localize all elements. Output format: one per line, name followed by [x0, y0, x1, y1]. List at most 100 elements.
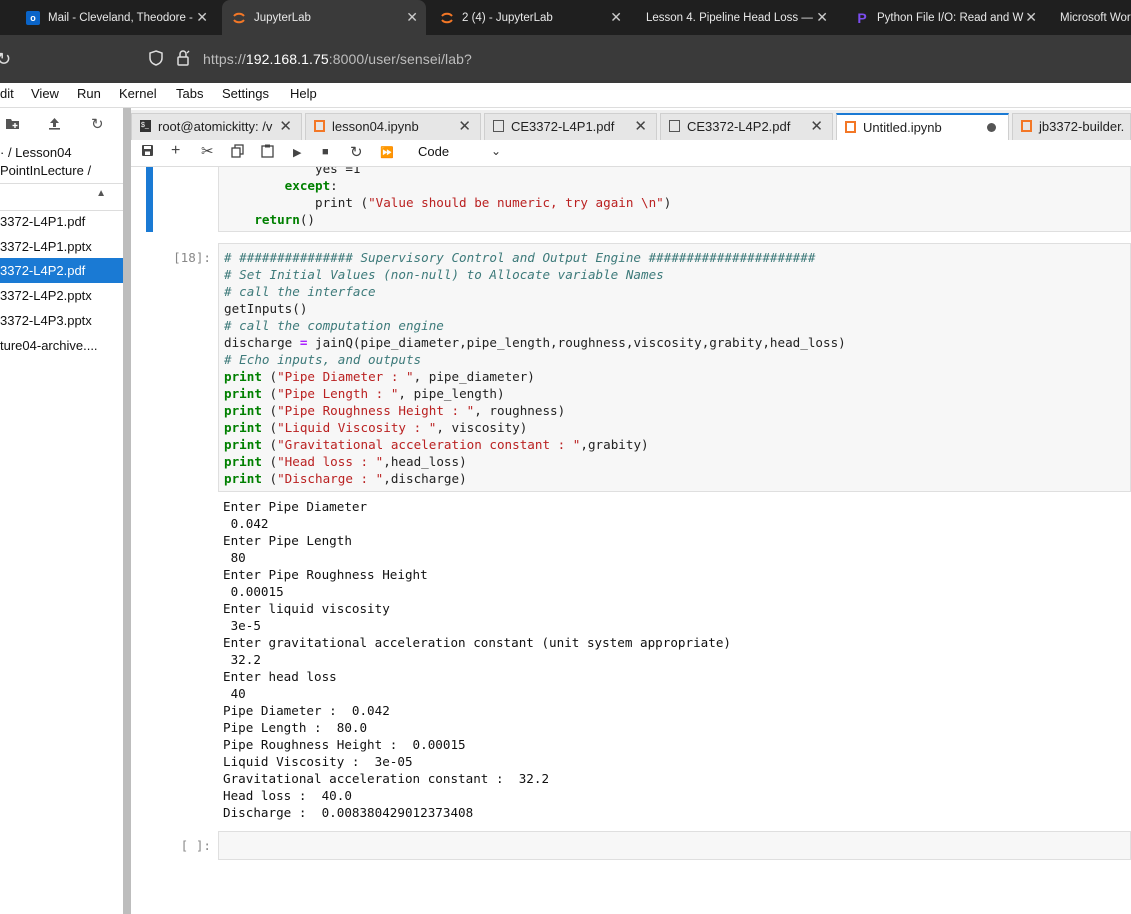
output-line: 0.00015 — [223, 584, 284, 599]
output-line: 80 — [223, 550, 246, 565]
sort-up-icon[interactable]: ▲ — [96, 188, 106, 199]
code-line: # call the computation engine — [224, 318, 444, 333]
file-item[interactable]: ture04-archive.... — [0, 333, 123, 358]
restart-icon[interactable]: ↻ — [350, 143, 363, 161]
code-line: print ("Liquid Viscosity : ", viscosity) — [224, 420, 528, 435]
code-cell-previous[interactable]: yes =1 except: print ("Value should be n… — [218, 167, 1131, 232]
file-item-selected[interactable]: 3372-L4P2.pdf — [0, 258, 123, 283]
browser-tab-title: Microsoft Wor — [1060, 11, 1131, 24]
output-line: Enter head loss — [223, 669, 337, 684]
browser-tab-mail[interactable]: o Mail - Cleveland, Theodore - ✕ — [26, 0, 216, 35]
unsaved-indicator[interactable] — [987, 123, 996, 132]
menu-kernel[interactable]: Kernel — [119, 86, 157, 101]
close-icon[interactable]: ✕ — [610, 9, 622, 26]
output-line: 0.042 — [223, 516, 269, 531]
doc-tab-l4p1-pdf[interactable]: CE3372-L4P1.pdf ✕ — [484, 113, 657, 140]
address-bar: ↻ https://192.168.1.75:8000/user/sensei/… — [0, 35, 1131, 83]
browser-tab-title: Python File I/O: Read and W — [877, 11, 1024, 24]
breadcrumb[interactable]: · / Lesson04 — [0, 145, 72, 160]
output-line: Liquid Viscosity : 3e-05 — [223, 754, 413, 769]
code-line: print ("Head loss : ",head_loss) — [224, 454, 467, 469]
name-column-header[interactable]: ▲ — [0, 183, 123, 211]
doc-tab-jb3372-builder[interactable]: jb3372-builder. — [1012, 113, 1131, 140]
active-cell-indicator — [146, 167, 153, 232]
notebook-icon — [314, 120, 325, 132]
close-icon[interactable]: ✕ — [1025, 9, 1037, 26]
browser-tab-lesson4[interactable]: Lesson 4. Pipeline Head Loss — ✕ — [646, 0, 836, 35]
close-icon[interactable]: ✕ — [458, 117, 471, 135]
menu-help[interactable]: Help — [290, 86, 317, 101]
menu-edit[interactable]: dit — [0, 86, 14, 101]
output-line: Enter gravitational acceleration constan… — [223, 635, 731, 650]
reload-icon[interactable]: ↻ — [0, 49, 11, 70]
close-icon[interactable]: ✕ — [810, 117, 823, 135]
output-line: Pipe Diameter : 0.042 — [223, 703, 390, 718]
copy-icon[interactable] — [231, 144, 244, 161]
doc-tab-untitled[interactable]: Untitled.ipynb — [836, 113, 1009, 141]
notebook-toolbar: + ✂ ▶ ■ ↻ ⏩ Code ⌄ — [131, 140, 1131, 167]
browser-tab-bar: o Mail - Cleveland, Theodore - ✕ Jupyter… — [0, 0, 1131, 35]
code-cell-empty[interactable] — [218, 831, 1131, 860]
output-line: Gravitational acceleration constant : 32… — [223, 771, 550, 786]
code-line: print ("Discharge : ",discharge) — [224, 471, 467, 486]
add-icon[interactable]: + — [171, 142, 180, 160]
url-field[interactable]: https://192.168.1.75:8000/user/sensei/la… — [203, 51, 472, 67]
file-item[interactable]: 3372-L4P1.pptx — [0, 234, 123, 259]
close-icon[interactable]: ✕ — [279, 117, 292, 135]
browser-tab-jupyterlab[interactable]: JupyterLab ✕ — [222, 0, 426, 35]
close-icon[interactable]: ✕ — [816, 9, 828, 26]
shield-icon[interactable] — [149, 50, 163, 71]
file-item[interactable]: 3372-L4P2.pptx — [0, 283, 123, 308]
menu-run[interactable]: Run — [77, 86, 101, 101]
new-folder-icon[interactable] — [5, 117, 20, 133]
upload-icon[interactable] — [48, 117, 61, 133]
menu-view[interactable]: View — [31, 86, 59, 101]
cell-type-select[interactable]: Code — [418, 144, 449, 159]
document-tab-bar: $_ root@atomickitty: /v ✕ lesson04.ipynb… — [131, 110, 1131, 141]
file-item[interactable]: 3372-L4P3.pptx — [0, 308, 123, 333]
close-icon[interactable]: ✕ — [634, 117, 647, 135]
notebook-icon — [845, 121, 856, 133]
run-icon[interactable]: ▶ — [293, 146, 301, 159]
execution-count: [ ]: — [180, 838, 211, 853]
menu-tabs[interactable]: Tabs — [176, 86, 203, 101]
browser-tab-title: 2 (4) - JupyterLab — [462, 11, 553, 24]
browser-tab-python-file-io[interactable]: P Python File I/O: Read and W ✕ — [855, 0, 1045, 35]
browser-tab-title: Mail - Cleveland, Theodore - — [48, 11, 193, 24]
code-line: print ("Gravitational acceleration const… — [224, 437, 649, 452]
notebook-icon — [1021, 120, 1032, 132]
breadcrumb[interactable]: PointInLecture / — [0, 163, 91, 178]
code-cell-18[interactable]: # ############### Supervisory Control an… — [218, 243, 1131, 492]
doc-tab-lesson04[interactable]: lesson04.ipynb ✕ — [305, 113, 481, 140]
close-icon[interactable]: ✕ — [406, 9, 418, 26]
code-line: # Echo inputs, and outputs — [224, 352, 422, 367]
browser-tab-microsoft-word[interactable]: Microsoft Wor — [1060, 0, 1131, 35]
refresh-icon[interactable]: ↻ — [91, 115, 104, 133]
terminal-icon: $_ — [140, 120, 151, 132]
programiz-icon: P — [857, 9, 867, 26]
cut-icon[interactable]: ✂ — [201, 142, 214, 160]
doc-tab-terminal[interactable]: $_ root@atomickitty: /v ✕ — [131, 113, 302, 140]
browser-tab-jupyterlab-2[interactable]: 2 (4) - JupyterLab ✕ — [440, 0, 630, 35]
code-line: print ("Pipe Roughness Height : ", rough… — [224, 403, 566, 418]
output-line: 40 — [223, 686, 246, 701]
code-line: print ("Pipe Diameter : ", pipe_diameter… — [224, 369, 535, 384]
stop-icon[interactable]: ■ — [322, 146, 329, 158]
doc-tab-l4p2-pdf[interactable]: CE3372-L4P2.pdf ✕ — [660, 113, 833, 140]
file-icon — [669, 120, 680, 132]
file-item[interactable]: 3372-L4P1.pdf — [0, 209, 123, 234]
close-icon[interactable]: ✕ — [196, 9, 208, 26]
jupyter-icon — [440, 11, 454, 25]
lock-icon[interactable] — [176, 50, 190, 71]
chevron-down-icon[interactable]: ⌄ — [491, 144, 501, 158]
code-line: # ############### Supervisory Control an… — [224, 250, 816, 265]
panel-splitter[interactable] — [123, 108, 131, 914]
browser-tab-title: JupyterLab — [254, 11, 311, 24]
menu-settings[interactable]: Settings — [222, 86, 269, 101]
paste-icon[interactable] — [261, 144, 274, 161]
save-icon[interactable] — [141, 144, 154, 160]
file-icon — [493, 120, 504, 132]
fast-forward-icon[interactable]: ⏩ — [380, 146, 394, 159]
output-line: Enter liquid viscosity — [223, 601, 390, 616]
file-browser: ↻ · / Lesson04 PointInLecture / ▲ 3372-L… — [0, 108, 123, 914]
